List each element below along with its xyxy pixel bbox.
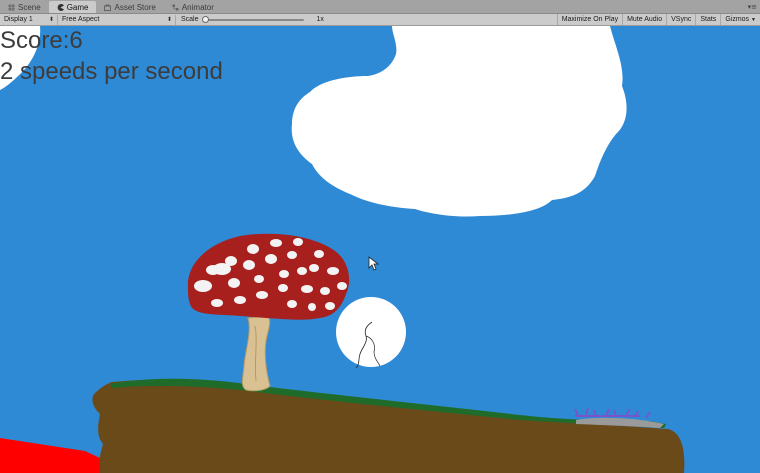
tab-scene-label: Scene: [18, 2, 41, 12]
gizmos-dropdown[interactable]: Gizmos ▼: [720, 14, 760, 25]
vsync-toggle[interactable]: VSync: [666, 14, 695, 25]
purple-bush: [574, 407, 651, 419]
toolbar-right-buttons: Maximize On Play Mute Audio VSync Stats …: [556, 14, 760, 25]
tab-asset-store[interactable]: Asset Store: [96, 1, 163, 13]
dropdown-arrows-icon: ⬍: [166, 17, 172, 23]
tab-game-label: Game: [66, 2, 89, 12]
scale-label: Scale: [181, 16, 199, 23]
maximize-on-play-toggle[interactable]: Maximize On Play: [556, 14, 622, 25]
mute-audio-label: Mute Audio: [627, 16, 663, 23]
tab-asset-store-label: Asset Store: [114, 2, 156, 12]
dropdown-arrows-icon: ⬍: [48, 17, 54, 23]
display-dropdown[interactable]: Display 1 ⬍: [0, 14, 58, 25]
scale-slider[interactable]: [201, 15, 304, 23]
scale-value: 1x: [316, 16, 324, 23]
game-view-toolbar: Display 1 ⬍ Free Aspect ⬍ Scale 1x Maxim…: [0, 14, 760, 26]
cloud: [291, 26, 627, 217]
player-egg: [336, 297, 406, 369]
dropdown-arrow-icon: ▼: [751, 16, 756, 23]
tab-animator[interactable]: Animator: [164, 1, 222, 13]
aspect-dropdown[interactable]: Free Aspect ⬍: [58, 14, 176, 25]
aspect-dropdown-label: Free Aspect: [62, 16, 100, 23]
tab-game[interactable]: Game: [48, 1, 97, 13]
stats-toggle[interactable]: Stats: [695, 14, 720, 25]
gizmos-label: Gizmos: [725, 16, 750, 23]
animator-icon: [172, 4, 179, 11]
mute-audio-toggle[interactable]: Mute Audio: [622, 14, 666, 25]
panel-menu-icon[interactable]: ▾≡: [748, 3, 757, 11]
vsync-label: VSync: [671, 16, 692, 23]
stats-label: Stats: [700, 16, 717, 23]
tab-animator-label: Animator: [181, 2, 214, 12]
mouse-cursor-icon: [368, 256, 380, 271]
red-hazard: [0, 438, 100, 473]
editor-tab-bar: Scene Game Asset Store Animator ▾≡: [0, 0, 760, 14]
game-scene: [0, 26, 685, 473]
display-dropdown-label: Display 1: [4, 16, 33, 23]
scale-control: Scale 1x: [176, 15, 324, 23]
pacman-icon: [57, 3, 64, 11]
game-viewport[interactable]: Score:6 2 speeds per second: [0, 26, 760, 473]
score-text: Score:6: [0, 27, 83, 54]
scale-slider-thumb[interactable]: [201, 15, 209, 23]
ground: [92, 379, 685, 473]
mushroom-cap: [187, 233, 350, 320]
maximize-on-play-label: Maximize On Play: [561, 16, 619, 23]
speed-text: 2 speeds per second: [0, 58, 223, 85]
hash-icon: [8, 3, 15, 11]
tab-scene[interactable]: Scene: [0, 1, 49, 13]
store-icon: [104, 4, 112, 11]
